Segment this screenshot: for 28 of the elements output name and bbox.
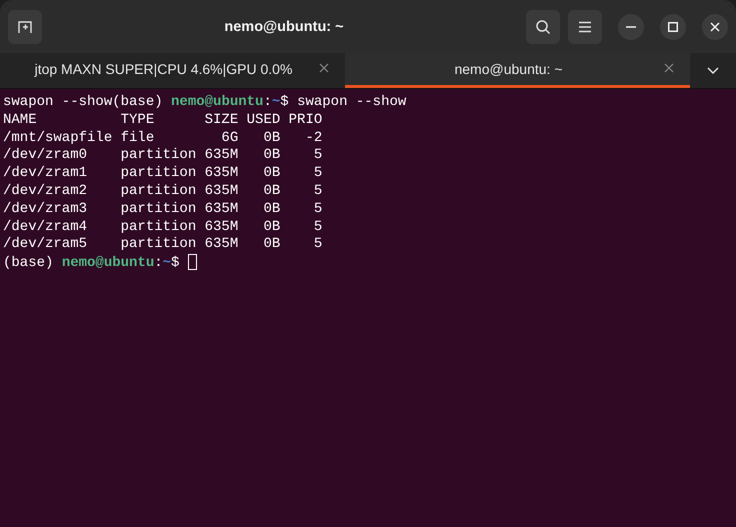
menu-icon <box>578 20 592 32</box>
terminal-line: swapon --show(base) nemo@ubuntu:~$ swapon --show <box>3 94 406 110</box>
terminal-tab[interactable]: nemo@ubuntu: ~ <box>345 53 690 88</box>
new-tab-button[interactable] <box>8 10 42 44</box>
terminal-line: /dev/zram1 partition 635M 0B 5 <box>3 165 322 182</box>
maximize-icon <box>668 22 678 32</box>
new-tab-icon <box>17 18 33 34</box>
terminal-line: NAME TYPE SIZE USED PRIO <box>3 112 322 128</box>
terminal-line: /dev/zram2 partition 635M 0B 5 <box>3 182 322 199</box>
terminal-line: /dev/zram3 partition 635M 0B 5 <box>3 200 322 217</box>
terminal-line: (base) nemo@ubuntu:~$ <box>3 255 180 272</box>
terminal-line: /mnt/swapfile file 6G 0B -2 <box>3 130 322 146</box>
search-button[interactable] <box>526 10 560 44</box>
close-button[interactable] <box>702 14 728 40</box>
terminal-line: /dev/zram5 partition 635M 0B 5 <box>3 236 322 252</box>
search-icon <box>535 18 551 34</box>
terminal-line: /dev/zram0 partition 635M 0B 5 <box>3 147 322 164</box>
minimize-icon <box>626 26 636 28</box>
minimize-button[interactable] <box>618 14 644 40</box>
terminal-tab[interactable]: jtop MAXN SUPER|CPU 4.6%|GPU 0.0% <box>0 53 345 88</box>
maximize-button[interactable] <box>660 14 686 40</box>
menu-button[interactable] <box>568 10 602 44</box>
close-icon <box>710 22 720 32</box>
chevron-down-icon <box>707 67 719 74</box>
window-title: nemo@ubuntu: ~ <box>223 18 345 34</box>
close-icon <box>664 63 674 73</box>
close-icon <box>319 63 329 73</box>
terminal-line: /dev/zram4 partition 635M 0B 5 <box>3 218 322 235</box>
